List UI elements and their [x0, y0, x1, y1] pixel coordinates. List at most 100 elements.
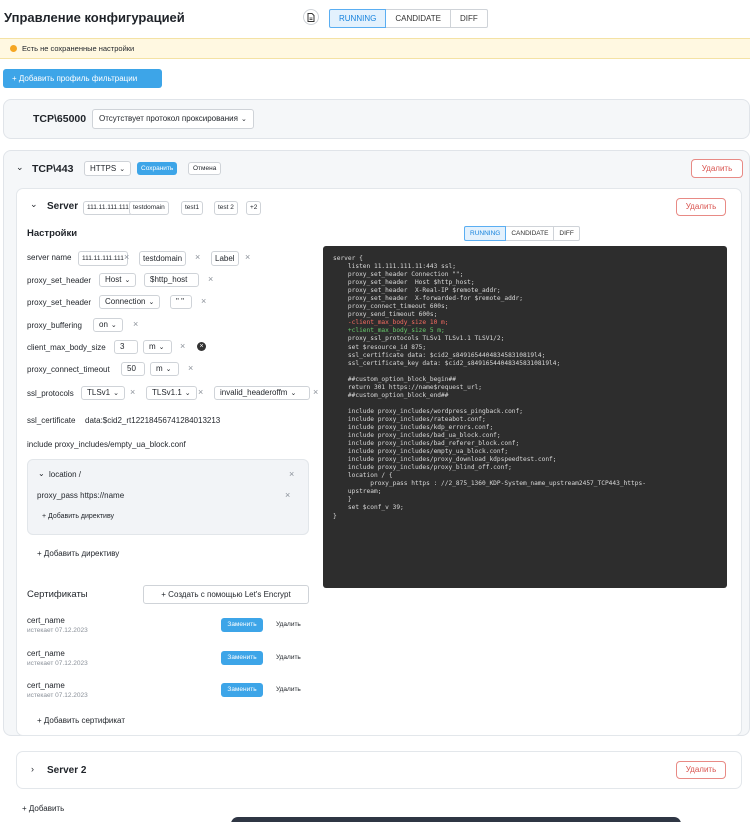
tab-candidate[interactable]: CANDIDATE	[505, 226, 555, 241]
chevron-down-icon: ⌄	[184, 390, 191, 397]
replace-cert-button[interactable]: Заменить	[221, 683, 263, 697]
delete-tcp-button[interactable]: Удалить	[691, 159, 743, 178]
remove-icon[interactable]: ×	[195, 252, 200, 262]
server-name-chip: 111.11.111.111	[78, 251, 128, 266]
add-filter-profile-button[interactable]: + Добавить профиль фильтрации	[3, 69, 162, 88]
tcp443-title: TCP\443	[32, 163, 74, 175]
add-directive-button[interactable]: + Добавить директиву	[37, 549, 119, 558]
bottom-toolbar	[231, 817, 681, 822]
chevron-down-icon: ⌄	[148, 299, 155, 306]
clear-icon[interactable]: ×	[197, 342, 206, 351]
remove-icon[interactable]: ×	[130, 387, 135, 397]
replace-cert-button[interactable]: Заменить	[221, 651, 263, 665]
header-value-input[interactable]: " "	[170, 295, 192, 309]
remove-icon[interactable]: ×	[180, 341, 185, 351]
lets-encrypt-button[interactable]: + Создать с помощью Let's Encrypt	[143, 585, 309, 604]
server-chip-more[interactable]: +2	[246, 201, 262, 215]
server-chip: test 2	[214, 201, 238, 215]
remove-icon[interactable]: ×	[313, 387, 318, 397]
body-size-unit-value: m	[149, 342, 156, 351]
save-button[interactable]: Сохранить	[137, 162, 178, 175]
tab-diff[interactable]: DIFF	[449, 9, 488, 28]
timeout-unit-select[interactable]: m ⌄	[150, 362, 179, 376]
chevron-down-icon[interactable]: ⌄	[38, 469, 45, 478]
chevron-down-icon: ⌄	[165, 366, 172, 373]
cert-expires: истекает 07.12.2023	[27, 660, 88, 667]
config-line: set $conf_v 39;	[333, 504, 404, 512]
ssl-protocol-select[interactable]: invalid_headeroffm ⌄	[214, 386, 310, 400]
server-2-title: Server 2	[47, 765, 87, 776]
cert-expires: истекает 07.12.2023	[27, 692, 88, 699]
cert-expires: истекает 07.12.2023	[27, 627, 88, 634]
chevron-down-icon[interactable]: ⌄	[16, 162, 24, 173]
timeout-unit-value: m	[156, 364, 163, 373]
remove-icon[interactable]: ×	[124, 252, 129, 262]
page-title: Управление конфигурацией	[4, 10, 185, 25]
certificates-title: Сертификаты	[27, 589, 88, 600]
tab-running[interactable]: RUNNING	[464, 226, 507, 241]
server-name-chip: testdomain	[139, 251, 187, 266]
body-size-unit-select[interactable]: m ⌄	[143, 340, 172, 354]
server-chip: test1	[181, 201, 204, 215]
timeout-input[interactable]: 50	[121, 362, 145, 376]
chevron-right-icon[interactable]: ›	[31, 764, 34, 774]
cert-name: cert_name	[27, 649, 65, 658]
protocol-select[interactable]: HTTPS ⌄	[84, 161, 132, 176]
chevron-down-icon: ⌄	[124, 277, 131, 284]
config-line: ssl_certificate_key data: $cid2_s8491654…	[333, 359, 561, 367]
tab-diff[interactable]: DIFF	[553, 226, 580, 241]
close-icon[interactable]: ×	[289, 469, 294, 479]
settings-title: Настройки	[27, 228, 78, 239]
header-key-select[interactable]: Connection ⌄	[99, 295, 161, 309]
config-line: ##custom_option_block_end##	[333, 391, 449, 399]
client-max-body-size-label: client_max_body_size	[27, 343, 106, 352]
proxy-buffering-label: proxy_buffering	[27, 321, 82, 330]
server-2-card: › Server 2 Удалить	[16, 751, 742, 789]
config-line: include proxy_includes/empty_ua_block.co…	[333, 448, 509, 456]
proxy-set-header-label: proxy_set_header	[27, 276, 92, 285]
config-line: proxy_set_header X-forwarded-for $remote…	[333, 295, 523, 303]
proxy-buffering-select[interactable]: on ⌄	[93, 318, 123, 332]
config-line: proxy_connect_timeout 600s;	[333, 303, 449, 311]
tab-running[interactable]: RUNNING	[329, 9, 387, 28]
proxy-protocol-value: Отсутствует протокол проксирования	[99, 114, 238, 123]
remove-icon[interactable]: ×	[245, 252, 250, 262]
ssl-protocol-value: TLSv1.1	[152, 388, 182, 397]
remove-icon[interactable]: ×	[201, 296, 206, 306]
header-key-select[interactable]: Host ⌄	[99, 273, 137, 287]
replace-cert-button[interactable]: Заменить	[221, 618, 263, 632]
add-certificate-button[interactable]: + Добавить сертификат	[37, 716, 125, 725]
tab-candidate[interactable]: CANDIDATE	[385, 9, 451, 28]
remove-icon[interactable]: ×	[198, 387, 203, 397]
chevron-down-icon[interactable]: ⌄	[30, 199, 38, 210]
body-size-input[interactable]: 3	[114, 340, 138, 354]
delete-cert-button[interactable]: Удалить	[276, 621, 301, 628]
chevron-down-icon: ⌄	[113, 390, 119, 397]
remove-icon[interactable]: ×	[285, 490, 290, 500]
delete-cert-button[interactable]: Удалить	[276, 686, 301, 693]
proxy-protocol-select[interactable]: Отсутствует протокол проксирования ⌄	[92, 109, 254, 129]
protocol-value: HTTPS	[90, 164, 117, 173]
add-directive-button[interactable]: + Добавить директиву	[42, 513, 114, 520]
delete-cert-button[interactable]: Удалить	[276, 654, 301, 661]
remove-icon[interactable]: ×	[208, 274, 213, 284]
config-line: return 301 https://name$request_url;	[333, 383, 483, 391]
ssl-protocol-select[interactable]: TLSv1.1 ⌄	[146, 386, 197, 400]
config-line: proxy_set_header X-Real-IP $remote_addr;	[333, 287, 501, 295]
chevron-down-icon: ⌄	[240, 116, 247, 123]
remove-icon[interactable]: ×	[133, 319, 138, 329]
document-icon[interactable]	[303, 9, 319, 25]
ssl-protocol-select[interactable]: TLSv1 ⌄	[81, 386, 125, 400]
config-line: proxy_set_header Connection "";	[333, 271, 464, 279]
server-chip: 111.11.111.111	[83, 201, 133, 215]
remove-icon[interactable]: ×	[188, 363, 193, 373]
ssl-protocol-value: invalid_headeroffm	[220, 388, 288, 397]
header-value-input[interactable]: $http_host	[144, 273, 199, 287]
cancel-button[interactable]: Отмена	[188, 162, 222, 175]
config-line: proxy_ssl_protocols TLSv1 TLSv1.1 TLSV1/…	[333, 335, 505, 343]
delete-server-button[interactable]: Удалить	[676, 761, 726, 779]
config-view-tabs: RUNNING CANDIDATE DIFF	[464, 226, 580, 241]
delete-server-button[interactable]: Удалить	[676, 198, 726, 216]
add-button[interactable]: + Добавить	[22, 804, 64, 813]
config-line: ssl_certificate data: $cid2_s84916544048…	[333, 351, 546, 359]
